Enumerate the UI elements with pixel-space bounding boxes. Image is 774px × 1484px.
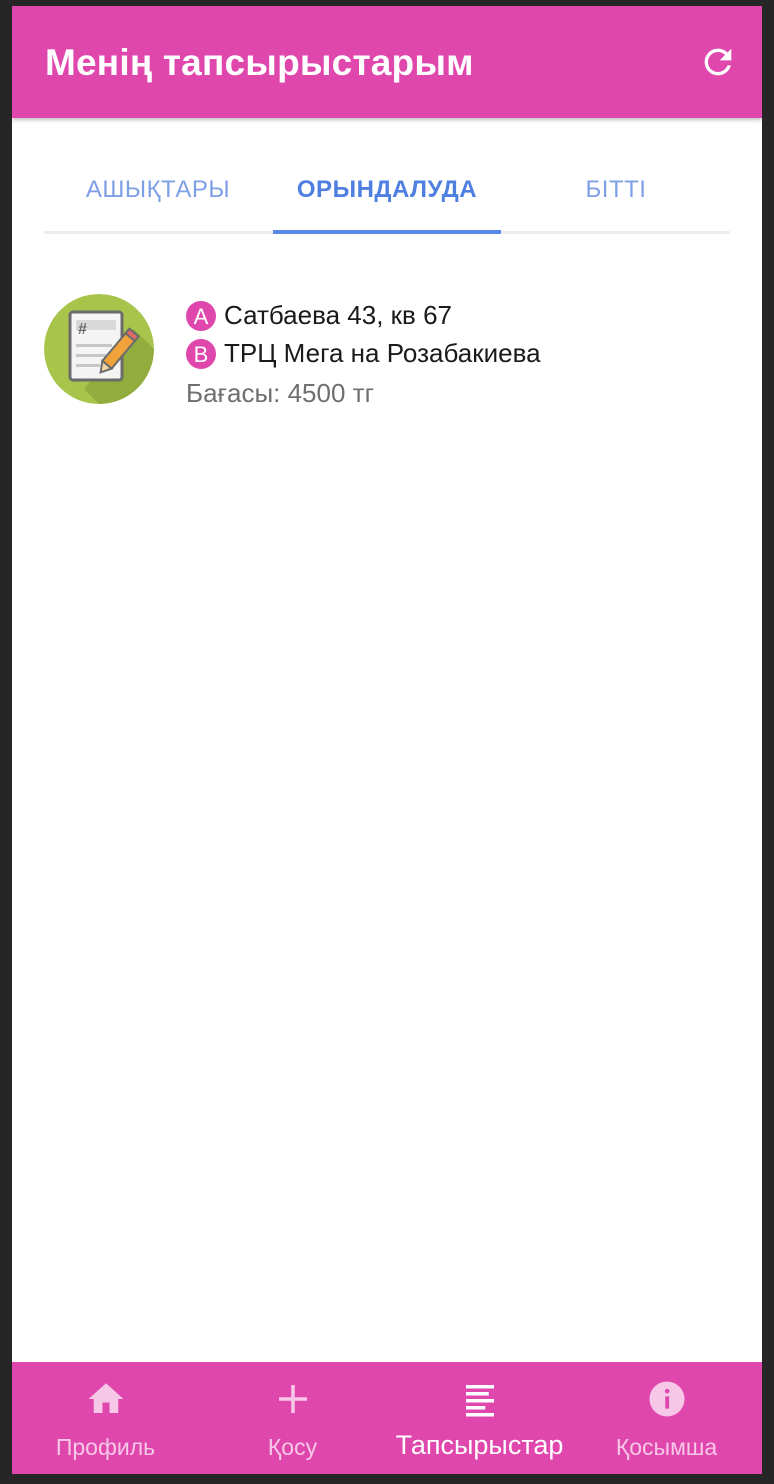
page-title: Менің тапсырыстарым: [45, 42, 474, 83]
dropoff-address: ТРЦ Мега на Розабакиева: [224, 338, 541, 368]
home-icon: [88, 1383, 123, 1413]
nav-profile[interactable]: Профиль: [12, 1362, 199, 1474]
refresh-icon[interactable]: [698, 42, 738, 82]
nav-more-label: Қосымша: [615, 1434, 718, 1460]
nav-orders[interactable]: Тапсырыстар: [386, 1362, 573, 1474]
dropoff-address-row: B ТРЦ Мега на Розабакиева: [186, 338, 541, 372]
tab-bar: АШЫҚТАРЫ ОРЫНДАЛУДА БІТТІ: [44, 156, 730, 234]
pickup-address: Сатбаева 43, кв 67: [224, 300, 452, 330]
nav-orders-label: Тапсырыстар: [395, 1430, 564, 1460]
tab-in-progress[interactable]: ОРЫНДАЛУДА: [273, 156, 501, 234]
document-edit-icon: #: [44, 294, 154, 404]
app-screen: Менің тапсырыстарым АШЫҚТАРЫ ОРЫНДАЛУДА …: [12, 6, 762, 1474]
order-list-item[interactable]: # A Сатбаева 43, кв 67 B ТРЦ Мега на Розаб…: [44, 294, 734, 414]
list-icon: [465, 1385, 494, 1417]
nav-add-label: Қосу: [267, 1434, 318, 1460]
tab-active-indicator: [273, 230, 501, 234]
bottom-navigation: Профиль Қосу Тапсырыстар Қосымша: [12, 1362, 762, 1474]
order-price: Бағасы: 4500 тг: [186, 378, 375, 408]
pickup-marker: A: [186, 300, 216, 331]
dropoff-marker: B: [186, 338, 216, 369]
pickup-address-row: A Сатбаева 43, кв 67: [186, 300, 452, 334]
app-bar: Менің тапсырыстарым: [12, 6, 762, 118]
tab-done[interactable]: БІТТІ: [502, 156, 730, 234]
nav-profile-label: Профиль: [55, 1434, 156, 1460]
plus-icon: [278, 1385, 307, 1413]
svg-text:#: #: [78, 321, 87, 338]
nav-add[interactable]: Қосу: [199, 1362, 386, 1474]
nav-more[interactable]: Қосымша: [573, 1362, 760, 1474]
tab-open[interactable]: АШЫҚТАРЫ: [44, 156, 272, 234]
info-icon: [649, 1381, 684, 1417]
